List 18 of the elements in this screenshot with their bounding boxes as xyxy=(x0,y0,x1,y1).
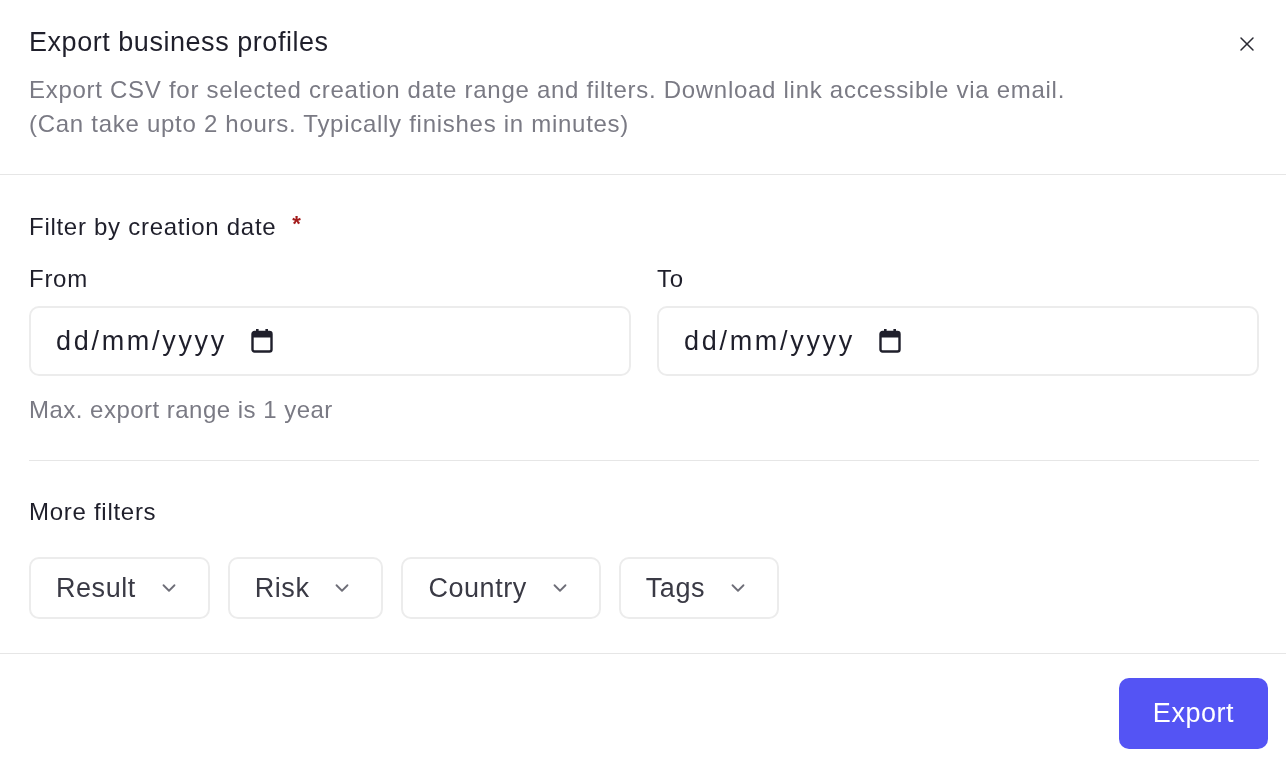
dialog-description: (Can take upto 2 hours. Typically finishes in minutes) xyxy=(29,109,630,139)
calendar-icon[interactable] xyxy=(879,329,901,353)
hint-text: Max. export range is 1 year xyxy=(29,395,333,425)
export-button[interactable]: Export xyxy=(1119,678,1268,749)
dialog-description: Export CSV for selected creation date range and filters. Download link accessible via email. xyxy=(29,75,1066,105)
filter-dropdown[interactable]: Risk xyxy=(227,557,384,619)
date-field[interactable]: dd/mm/yyyy xyxy=(657,306,1259,376)
required-mark: * xyxy=(292,210,301,238)
section-label: Filter by creation date xyxy=(29,212,277,242)
filter-dropdown[interactable]: Tags xyxy=(618,557,779,619)
calendar-icon[interactable] xyxy=(251,329,273,353)
field-label: From xyxy=(29,264,88,294)
filter-dropdown[interactable]: Country xyxy=(401,557,601,619)
filter-dropdown[interactable]: Result xyxy=(29,557,210,619)
dialog-title: Export business profiles xyxy=(29,26,329,59)
date-field[interactable]: dd/mm/yyyy xyxy=(29,306,631,376)
section-label: More filters xyxy=(29,497,157,527)
field-label: To xyxy=(657,264,684,294)
